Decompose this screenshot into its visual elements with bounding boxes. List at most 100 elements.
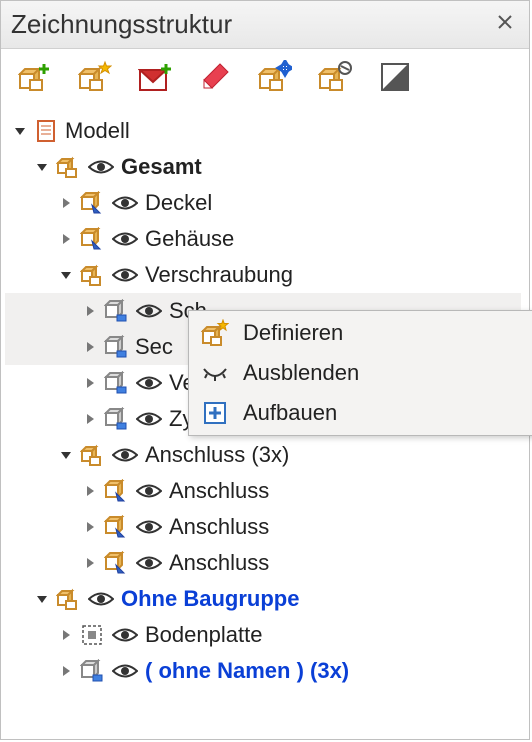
tree-label: Sec (135, 334, 173, 360)
toolbar-display-toggle-button[interactable] (377, 59, 413, 95)
boxes-move-icon (258, 60, 292, 94)
tree-label: Modell (65, 118, 130, 144)
context-menu-label: Ausblenden (243, 360, 359, 386)
part-link-icon (103, 406, 129, 432)
toolbar (1, 49, 529, 109)
tree-label: Anschluss (169, 478, 269, 504)
context-menu: Definieren Ausblenden Aufbauen (188, 310, 532, 436)
tree-node-deckel[interactable]: Deckel (5, 185, 521, 221)
context-menu-label: Definieren (243, 320, 343, 346)
expander-closed-icon[interactable] (55, 192, 77, 214)
eye-icon[interactable] (135, 479, 163, 503)
eye-icon[interactable] (87, 155, 115, 179)
titlebar: Zeichnungsstruktur (1, 1, 529, 49)
toolbar-erase-button[interactable] (197, 59, 233, 95)
tree-node-ohne-baugruppe[interactable]: Ohne Baugruppe (5, 581, 521, 617)
context-menu-ausblenden[interactable]: Ausblenden (191, 353, 532, 393)
boxes-plus-icon (18, 60, 52, 94)
tree-label: Anschluss (3x) (145, 442, 289, 468)
eye-closed-icon (199, 357, 231, 389)
boxes-refresh-icon (318, 60, 352, 94)
tree-node-verschraubung[interactable]: Verschraubung (5, 257, 521, 293)
expander-closed-icon[interactable] (79, 372, 101, 394)
tree-label: ( ohne Namen ) (3x) (145, 658, 349, 684)
tree-node-model[interactable]: Modell (5, 113, 521, 149)
eye-icon[interactable] (135, 515, 163, 539)
panel-root: Zeichnungsstruktur (0, 0, 530, 740)
expander-closed-icon[interactable] (79, 336, 101, 358)
close-button[interactable] (491, 11, 519, 39)
envelope-plus-icon (138, 60, 172, 94)
expander-closed-icon[interactable] (79, 552, 101, 574)
tree-label: Verschraubung (145, 262, 293, 288)
part-ref-icon (103, 514, 129, 540)
part-ref-icon (103, 478, 129, 504)
tree-node-anschluss-group[interactable]: Anschluss (3x) (5, 437, 521, 473)
part-ref-icon (79, 190, 105, 216)
tree-node-anschluss-2[interactable]: Anschluss (5, 509, 521, 545)
expander-open-icon[interactable] (9, 120, 31, 142)
tree-node-anschluss-3[interactable]: Anschluss (5, 545, 521, 581)
context-menu-definieren[interactable]: Definieren (191, 313, 532, 353)
part-ref-icon (79, 226, 105, 252)
select-bounds-icon (79, 622, 105, 648)
tree-label: Ohne Baugruppe (121, 586, 299, 612)
expander-open-icon[interactable] (31, 588, 53, 610)
eye-icon[interactable] (111, 623, 139, 647)
tree-node-gehaeuse[interactable]: Gehäuse (5, 221, 521, 257)
toolbar-move-button[interactable] (257, 59, 293, 95)
tree-label: Bodenplatte (145, 622, 262, 648)
eye-icon[interactable] (111, 659, 139, 683)
eye-icon[interactable] (111, 263, 139, 287)
context-menu-aufbauen[interactable]: Aufbauen (191, 393, 532, 433)
context-menu-label: Aufbauen (243, 400, 337, 426)
tree-node-gesamt[interactable]: Gesamt (5, 149, 521, 185)
eye-icon[interactable] (111, 191, 139, 215)
part-link-icon (79, 658, 105, 684)
eye-icon[interactable] (135, 407, 163, 431)
tree-label: Anschluss (169, 514, 269, 540)
expander-closed-icon[interactable] (79, 300, 101, 322)
tree-label: Deckel (145, 190, 212, 216)
assembly-icon (79, 262, 105, 288)
part-link-icon (103, 370, 129, 396)
expander-closed-icon[interactable] (79, 408, 101, 430)
expander-closed-icon[interactable] (55, 624, 77, 646)
assembly-icon (79, 442, 105, 468)
expander-closed-icon[interactable] (79, 480, 101, 502)
toolbar-new-group-star-button[interactable] (77, 59, 113, 95)
tree-node-ohne-namen[interactable]: ( ohne Namen ) (3x) (5, 653, 521, 689)
tree-label: Gesamt (121, 154, 202, 180)
boxes-star-icon (199, 317, 231, 349)
close-icon (497, 14, 513, 30)
eye-icon[interactable] (87, 587, 115, 611)
expander-closed-icon[interactable] (55, 660, 77, 682)
plus-box-icon (199, 397, 231, 429)
tree-node-anschluss-1[interactable]: Anschluss (5, 473, 521, 509)
assembly-icon (55, 586, 81, 612)
expander-open-icon[interactable] (31, 156, 53, 178)
part-ref-icon (103, 550, 129, 576)
eraser-icon (198, 60, 232, 94)
assembly-icon (55, 154, 81, 180)
boxes-star-icon (78, 60, 112, 94)
toolbar-new-view-button[interactable] (137, 59, 173, 95)
panel-title: Zeichnungsstruktur (11, 9, 232, 40)
eye-icon[interactable] (111, 227, 139, 251)
tree-node-bodenplatte[interactable]: Bodenplatte (5, 617, 521, 653)
document-icon (33, 118, 59, 144)
expander-closed-icon[interactable] (79, 516, 101, 538)
part-link-icon (103, 298, 129, 324)
eye-icon[interactable] (135, 299, 163, 323)
toolbar-renumber-button[interactable] (317, 59, 353, 95)
expander-open-icon[interactable] (55, 264, 77, 286)
toolbar-new-group-button[interactable] (17, 59, 53, 95)
tree-label: Gehäuse (145, 226, 234, 252)
expander-closed-icon[interactable] (55, 228, 77, 250)
eye-icon[interactable] (135, 551, 163, 575)
contrast-icon (378, 60, 412, 94)
part-link-icon (103, 334, 129, 360)
expander-open-icon[interactable] (55, 444, 77, 466)
eye-icon[interactable] (135, 371, 163, 395)
eye-icon[interactable] (111, 443, 139, 467)
